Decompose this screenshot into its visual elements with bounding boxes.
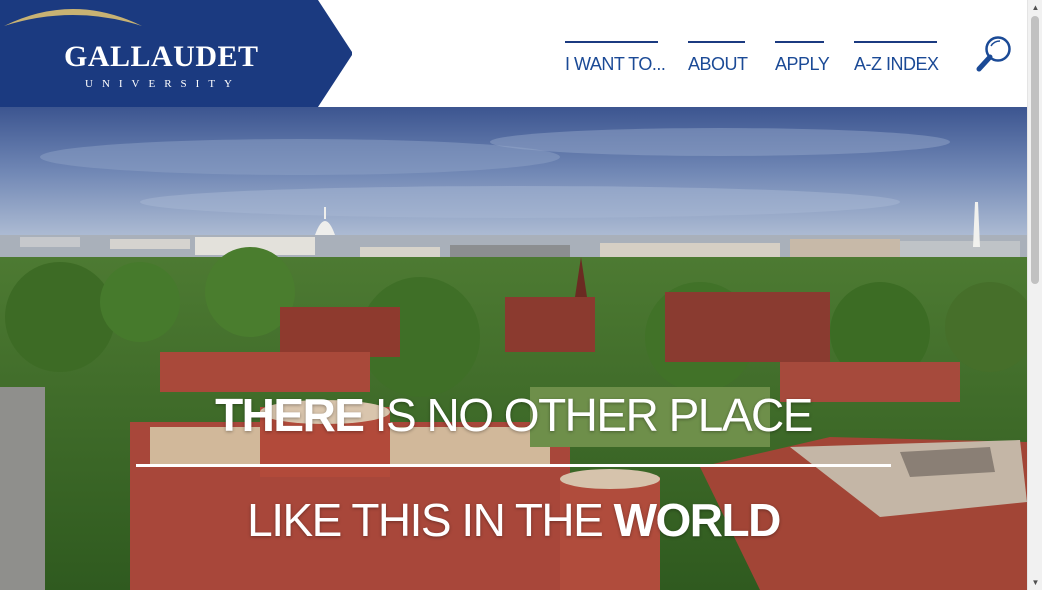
logo-wordmark: GALLAUDET xyxy=(64,40,259,73)
nav-item-i-want-to[interactable]: I WANT TO... xyxy=(565,41,666,81)
nav-item-a-z-index[interactable]: A-Z INDEX xyxy=(854,41,939,81)
scroll-up-arrow-icon[interactable]: ▲ xyxy=(1028,0,1042,15)
logo-subtitle: UNIVERSITY xyxy=(85,78,241,90)
search-icon xyxy=(976,36,1011,72)
scrollbar-thumb[interactable] xyxy=(1031,16,1039,284)
hero-divider xyxy=(136,464,891,467)
page-scrollbar[interactable]: ▲ ▼ xyxy=(1027,0,1042,590)
hero-headline-line1: THERE IS NO OTHER PLACE xyxy=(0,390,1027,440)
hero-line2-bold: WORLD xyxy=(613,494,782,546)
hero-line1-text: IS NO OTHER PLACE xyxy=(363,389,814,441)
nav-item-apply[interactable]: APPLY xyxy=(775,41,830,81)
logo-arc-icon xyxy=(4,9,142,26)
site-header: GALLAUDET UNIVERSITY I WANT TO... ABOUT … xyxy=(0,0,1027,107)
hero-headline-line2: LIKE THIS IN THE WORLD xyxy=(0,495,1027,545)
nav-item-about[interactable]: ABOUT xyxy=(688,41,748,81)
hero-banner: THERE IS NO OTHER PLACE LIKE THIS IN THE… xyxy=(0,107,1027,590)
hero-line2-text: LIKE THIS IN THE xyxy=(247,494,614,546)
search-button[interactable] xyxy=(974,33,1014,75)
hero-line1-bold: THERE xyxy=(215,389,365,441)
university-logo[interactable]: GALLAUDET UNIVERSITY xyxy=(0,0,352,107)
scroll-down-arrow-icon[interactable]: ▼ xyxy=(1028,575,1042,590)
